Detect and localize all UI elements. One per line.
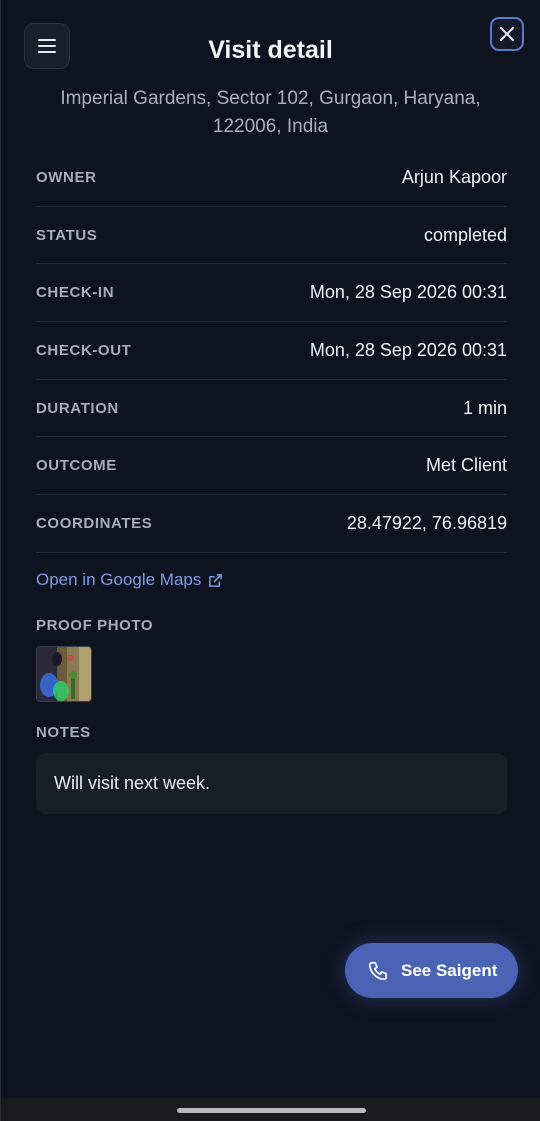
close-icon: [500, 27, 514, 41]
detail-row-check-in: CHECK-IN Mon, 28 Sep 2026 00:31: [36, 264, 507, 323]
outcome-value: Met Client: [425, 455, 507, 476]
check-out-value: Mon, 28 Sep 2026 00:31: [309, 339, 507, 360]
detail-row-coordinates: COORDINATES 28.47922, 76.96819: [36, 495, 507, 553]
status-value: completed: [423, 224, 507, 245]
owner-value: Arjun Kapoor: [401, 166, 507, 187]
check-out-label: CHECK-OUT: [36, 341, 132, 359]
notes-text: Will visit next week.: [54, 773, 211, 793]
close-button[interactable]: [490, 17, 524, 51]
proof-photo-image: [37, 647, 91, 701]
detail-row-owner: OWNER Arjun Kapoor: [36, 149, 507, 207]
detail-row-check-out: CHECK-OUT Mon, 28 Sep 2026 00:31: [36, 322, 507, 380]
see-saigent-label: See Saigent: [401, 960, 498, 980]
home-indicator[interactable]: [177, 1108, 366, 1113]
duration-value: 1 min: [462, 397, 507, 418]
detail-list: OWNER Arjun Kapoor STATUS completed CHEC…: [36, 149, 507, 553]
open-google-maps-link[interactable]: Open in Google Maps: [36, 570, 223, 590]
status-label: STATUS: [36, 226, 98, 244]
duration-label: DURATION: [36, 399, 119, 417]
proof-photo-label: PROOF PHOTO: [36, 617, 154, 634]
visit-address: Imperial Gardens, Sector 102, Gurgaon, H…: [60, 88, 481, 137]
owner-label: OWNER: [36, 168, 97, 186]
phone-icon: [368, 961, 388, 980]
coordinates-label: COORDINATES: [36, 514, 153, 532]
detail-row-duration: DURATION 1 min: [36, 380, 507, 438]
notes-content: Will visit next week.: [36, 753, 507, 814]
check-in-value: Mon, 28 Sep 2026 00:31: [309, 282, 507, 303]
visit-detail-screen: Visit detail Imperial Gardens, Sector 10…: [0, 0, 540, 1121]
proof-photo-thumbnail[interactable]: [36, 646, 92, 702]
external-link-icon: [209, 573, 223, 587]
notes-label: NOTES: [36, 724, 91, 741]
coordinates-value: 28.47922, 76.96819: [346, 512, 507, 533]
open-google-maps-label: Open in Google Maps: [36, 570, 202, 589]
detail-row-status: STATUS completed: [36, 207, 507, 265]
page-title: Visit detail: [208, 36, 333, 64]
outcome-label: OUTCOME: [36, 457, 117, 475]
detail-row-outcome: OUTCOME Met Client: [36, 437, 507, 496]
check-in-label: CHECK-IN: [36, 284, 115, 302]
see-saigent-button[interactable]: See Saigent: [345, 943, 518, 998]
